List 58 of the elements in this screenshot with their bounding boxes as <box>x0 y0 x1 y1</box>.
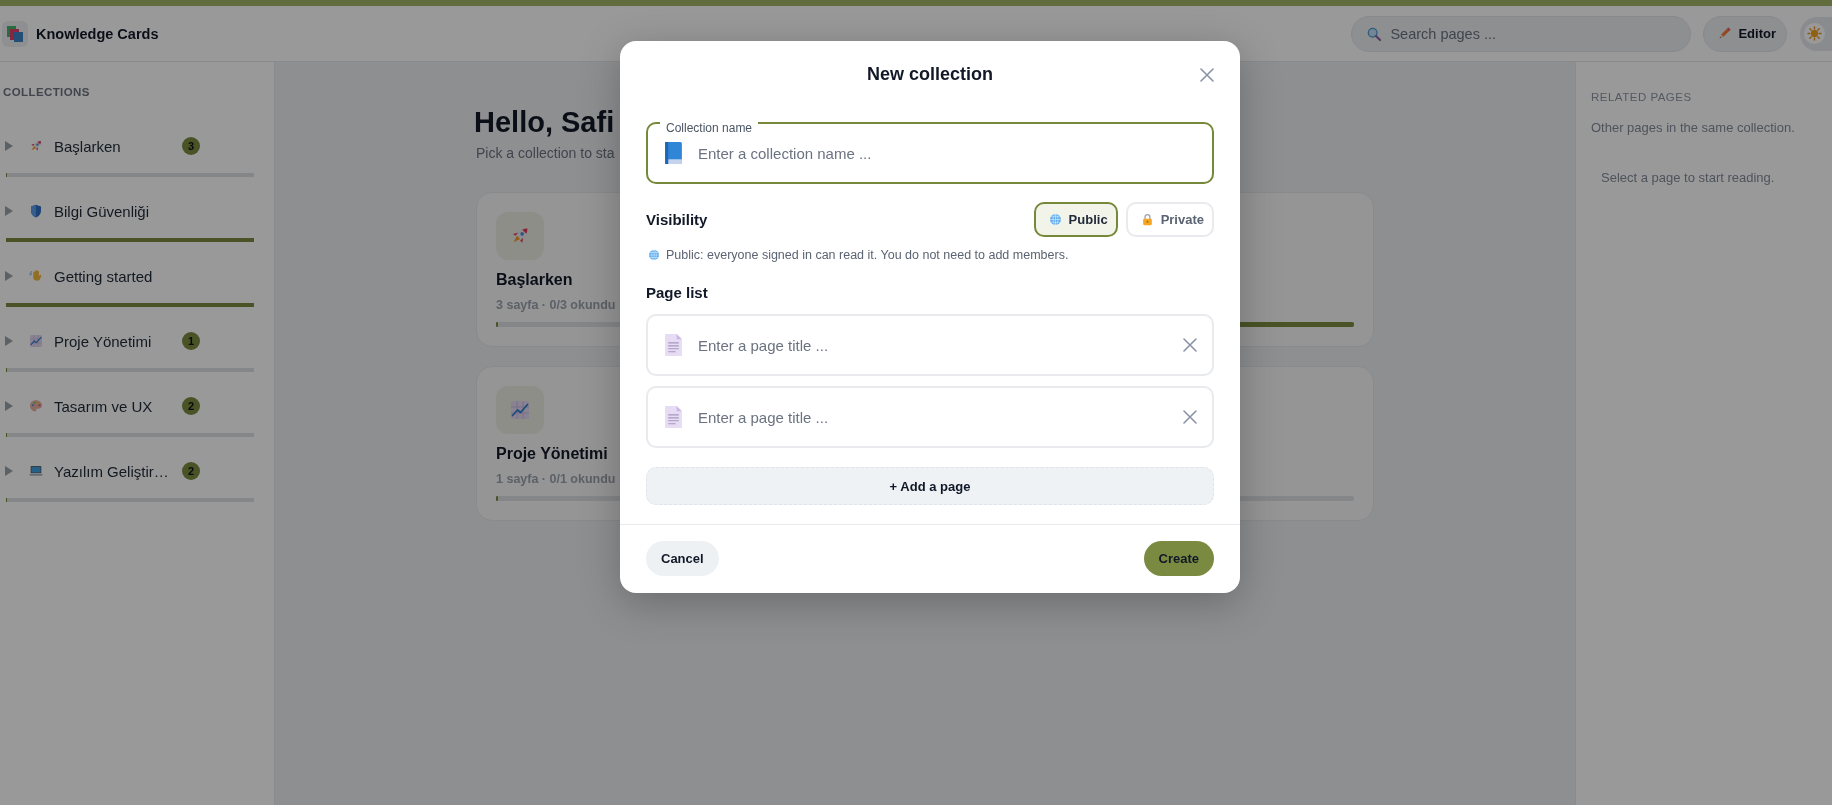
editor-button[interactable]: Editor <box>1703 15 1787 52</box>
rocket-icon <box>496 212 544 260</box>
sidebar-item[interactable]: Bilgi Güvenliği <box>3 191 254 231</box>
greeting-heading: Hello, Safi <box>474 105 615 140</box>
visibility-option[interactable]: Public <box>1033 202 1118 237</box>
card-meta: 3 sayfa · 0/3 okundu <box>496 297 616 313</box>
sidebar-item[interactable]: Başlarken 3 <box>3 126 254 166</box>
count-badge: 1 <box>182 332 200 350</box>
close-icon <box>1183 338 1197 352</box>
visibility-label: Visibility <box>646 210 708 229</box>
sidebar-item[interactable]: Yazılım Geliştir… 2 <box>3 451 254 491</box>
sidebar-heading: COLLECTIONS <box>3 85 90 99</box>
add-page-button[interactable]: + Add a page <box>646 467 1214 505</box>
book-icon <box>665 142 682 164</box>
modal-title: New collection <box>867 63 993 85</box>
laptop-icon <box>28 463 44 479</box>
page-title-field[interactable]: Enter a page title ... <box>646 386 1214 448</box>
cancel-button[interactable]: Cancel <box>646 541 719 576</box>
sidebar-item[interactable]: Proje Yönetimi 1 <box>3 321 254 361</box>
sidebar-item[interactable]: Getting started <box>3 256 254 296</box>
waving-hand-icon <box>28 268 44 284</box>
field-label: Collection name <box>660 122 759 135</box>
visibility-option[interactable]: Private <box>1125 202 1214 237</box>
remove-page-button[interactable] <box>1183 410 1197 424</box>
card-title: Başlarken <box>496 270 573 290</box>
page-title-field[interactable]: Enter a page title ... <box>646 314 1214 376</box>
sun-icon <box>1804 23 1825 44</box>
close-icon <box>1183 410 1197 424</box>
document-icon <box>665 334 682 356</box>
pencil-icon <box>1717 26 1733 41</box>
app-title: Knowledge Cards <box>36 25 159 42</box>
page-list-label: Page list <box>646 284 708 302</box>
theme-toggle[interactable] <box>1800 16 1832 51</box>
related-heading: RELATED PAGES <box>1591 90 1692 104</box>
greeting-subtitle: Pick a collection to sta <box>476 144 615 163</box>
search-field[interactable]: Search pages ... <box>1351 15 1692 52</box>
card-meta: 1 sayfa · 0/1 okundu <box>496 471 616 487</box>
close-icon <box>1200 68 1214 82</box>
close-button[interactable] <box>1200 68 1214 82</box>
lock-icon <box>1140 213 1154 226</box>
create-button[interactable]: Create <box>1143 541 1214 576</box>
count-badge: 2 <box>182 462 200 480</box>
chart-icon <box>496 386 544 434</box>
remove-page-button[interactable] <box>1183 338 1197 352</box>
document-icon <box>665 406 682 428</box>
empty-state-text: Select a page to start reading. <box>1601 169 1775 187</box>
count-badge: 2 <box>182 397 200 415</box>
shield-icon <box>28 203 44 219</box>
globe-icon <box>1048 213 1062 226</box>
palette-icon <box>28 398 44 414</box>
card-title: Proje Yönetimi <box>496 444 608 464</box>
count-badge: 3 <box>182 137 200 155</box>
related-description: Other pages in the same collection. <box>1591 119 1795 137</box>
chart-icon <box>28 333 44 349</box>
sidebar-item[interactable]: Tasarım ve UX 2 <box>3 386 254 426</box>
globe-icon <box>648 249 660 261</box>
search-icon <box>1366 25 1383 42</box>
hint-text: Public: everyone signed in can read it. You do not need to add members. <box>666 247 1069 263</box>
